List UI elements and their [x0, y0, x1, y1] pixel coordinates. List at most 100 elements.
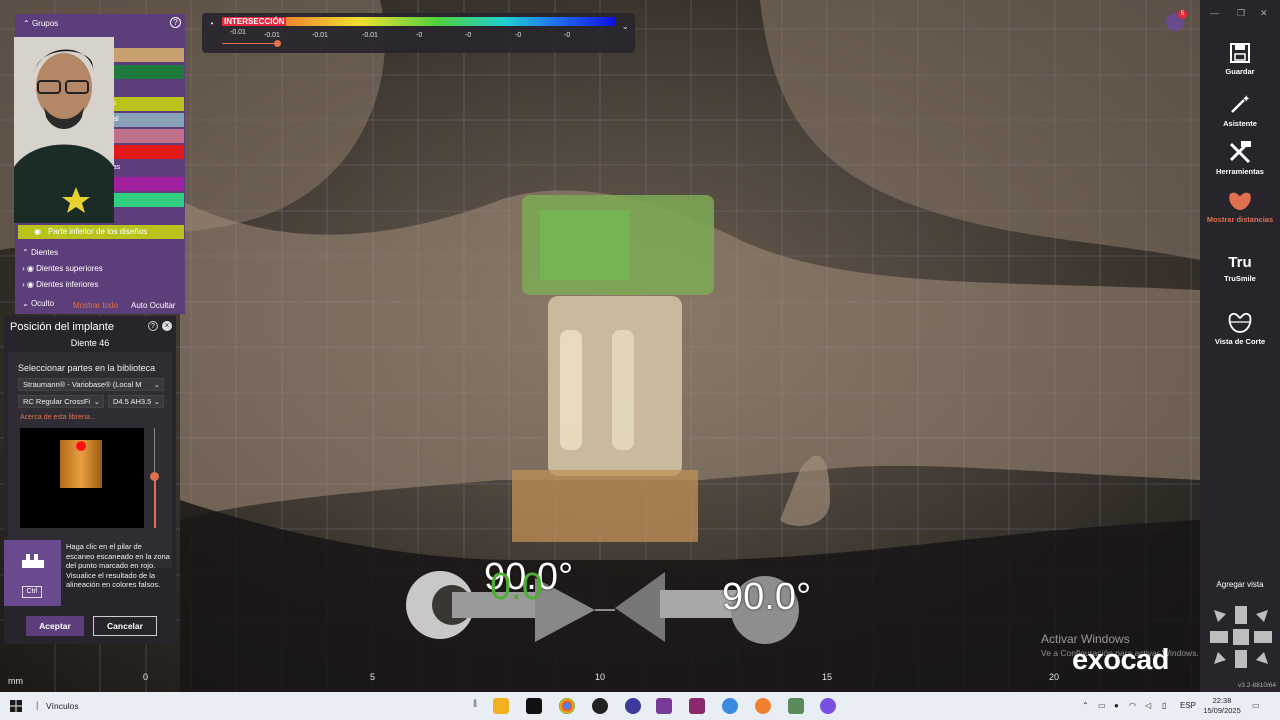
- about-library-link[interactable]: Acerca de esta librería...: [20, 414, 96, 421]
- tool-asistente[interactable]: ✦ Asistente: [1200, 92, 1280, 128]
- intersection-tick: -0: [416, 32, 423, 39]
- connection-select-value: RC Regular CrossFi: [23, 397, 91, 406]
- mic-icon[interactable]: ●: [1114, 701, 1119, 710]
- scale-tick-label: 0: [143, 672, 149, 682]
- oculto-label: Oculto: [30, 299, 55, 308]
- show-all-button[interactable]: Mostrar todo: [73, 301, 118, 310]
- clock-time: 22:38: [1212, 696, 1232, 705]
- exocad-taskbar-icon[interactable]: [656, 698, 672, 714]
- group-parte-inferior[interactable]: ◉ Parte inferior de los diseños: [18, 225, 184, 239]
- chevron-down-icon[interactable]: ⌄: [621, 21, 629, 32]
- wifi-icon[interactable]: ◠: [1129, 701, 1136, 710]
- chevron-down-icon: ⌄: [153, 380, 160, 389]
- tool-label: Vista de Corte: [1214, 337, 1266, 346]
- add-view-button[interactable]: Agregar vista: [1200, 580, 1280, 589]
- chrome-icon[interactable]: [559, 698, 575, 714]
- help-icon[interactable]: ?: [148, 321, 158, 331]
- intersection-title: INTERSECCIÓN: [222, 17, 287, 26]
- depth-slider-handle[interactable]: [150, 472, 159, 481]
- app-icon-purple[interactable]: [820, 698, 836, 714]
- tool-label: TruSmile: [1224, 274, 1256, 283]
- hidden-bar: ⌄ Oculto Mostrar todo Auto Ocultar: [18, 299, 184, 314]
- angle-right-label: 90.0°: [722, 576, 812, 618]
- tool-label: Guardar: [1225, 67, 1255, 76]
- battery-icon[interactable]: ▯: [1162, 701, 1166, 710]
- tool-mostrar-distancias[interactable]: Mostrar distancias: [1200, 190, 1280, 224]
- exocad-window: 90.0° 0.0 90.0° mm 0 5 10 15 20 Activar …: [0, 0, 1280, 720]
- intersection-panel: ◔ INTERSECCIÓN -0.01 -0.01 -0.01 -0.01 -…: [202, 13, 635, 53]
- gauge-icon: ◔: [208, 19, 215, 30]
- groups-header-label: Grupos: [31, 19, 59, 28]
- blender-icon[interactable]: [755, 698, 771, 714]
- language-indicator[interactable]: ESP: [1180, 701, 1196, 710]
- size-select[interactable]: D4.5 AH3.5 ⌄: [108, 395, 164, 408]
- dientes-superiores-label: Dientes superiores: [36, 264, 103, 273]
- tray-chevron-icon[interactable]: ⌃: [1082, 701, 1089, 710]
- divider-icon: |: [36, 700, 39, 710]
- group-dientes-inferiores[interactable]: › ◉ Dientes inferiores: [22, 280, 98, 289]
- windows-taskbar: | Vínculos ‖ ⌃ ▭ ● ◠ ◁ ▯ ESP 22:38 15/09…: [0, 692, 1280, 720]
- tool-guardar[interactable]: Guardar: [1200, 42, 1280, 76]
- library-select-value: Straumann® - Variobase® (Local M: [23, 380, 142, 389]
- help-icon[interactable]: ?: [170, 17, 181, 28]
- windows-start-icon[interactable]: [10, 700, 22, 712]
- cad-taskbar-icon[interactable]: [689, 698, 705, 714]
- intersection-slider-track[interactable]: [222, 43, 280, 44]
- unit-label: mm: [8, 676, 23, 686]
- eye-icon[interactable]: ◉: [27, 280, 34, 289]
- oculto-toggle[interactable]: ⌄ Oculto: [22, 299, 54, 308]
- dientes-header[interactable]: ⌃ Dientes: [22, 248, 58, 257]
- hint-text-line2: Visualice el resultado de la alineación …: [66, 570, 161, 590]
- distance-icon: [1229, 192, 1251, 210]
- library-section: Seleccionar partes en la biblioteca Stra…: [8, 352, 172, 568]
- tool-label: Herramientas: [1216, 167, 1264, 176]
- dientes-header-label: Dientes: [30, 248, 59, 257]
- volume-icon[interactable]: ◁: [1145, 701, 1151, 710]
- clock-date: 15/09/2025: [1203, 706, 1241, 715]
- intersection-slider-handle[interactable]: [274, 40, 281, 47]
- app-icon-light-blue[interactable]: [722, 698, 738, 714]
- intersection-tick: -0.01: [230, 29, 246, 36]
- taskbar-clock[interactable]: 22:38 15/09/2025: [1200, 696, 1244, 716]
- hint-text: Haga clic en el pilar de escaneo escanea…: [66, 542, 172, 590]
- minimize-icon[interactable]: —: [1210, 8, 1219, 18]
- scale-tick-label: 15: [822, 672, 833, 682]
- tool-herramientas[interactable]: Herramientas: [1200, 140, 1280, 176]
- view-cube-icon[interactable]: [1208, 604, 1274, 670]
- restore-icon[interactable]: ❐: [1237, 8, 1245, 19]
- links-toolbar[interactable]: Vínculos: [46, 701, 79, 711]
- section-view-icon: [1228, 312, 1252, 333]
- app-icon-blue[interactable]: [625, 698, 641, 714]
- implant-panel-title: Posición del implante: [10, 321, 114, 333]
- close-icon[interactable]: ×: [162, 321, 172, 331]
- close-window-icon[interactable]: ✕: [1260, 8, 1268, 19]
- tiktok-icon[interactable]: [526, 698, 542, 714]
- intersection-tick: -0: [564, 32, 571, 39]
- file-explorer-icon[interactable]: [493, 698, 509, 714]
- group-dientes-superiores[interactable]: › ◉ Dientes superiores: [22, 264, 103, 273]
- implant-base: [512, 470, 698, 542]
- eye-icon[interactable]: ◉: [34, 225, 41, 239]
- groups-header[interactable]: ⌃ Grupos: [23, 19, 58, 28]
- ctrl-key-icon: Ctrl: [22, 586, 42, 598]
- notification-center-icon[interactable]: ▭: [1252, 701, 1260, 710]
- library-select[interactable]: Straumann® - Variobase® (Local M ⌄: [18, 378, 164, 391]
- notification-bell-icon[interactable]: 5: [1166, 10, 1187, 31]
- accept-button[interactable]: Aceptar: [26, 616, 84, 636]
- app-icon-dark[interactable]: [592, 698, 608, 714]
- tools-icon: [1229, 141, 1251, 164]
- intersection-tick: -0: [515, 32, 522, 39]
- app-icon-green[interactable]: [788, 698, 804, 714]
- connection-select[interactable]: RC Regular CrossFi ⌄: [18, 395, 104, 408]
- webcam-person-image: [14, 37, 114, 223]
- hint-text-line1: Haga clic en el pilar de escaneo escanea…: [66, 542, 170, 570]
- auto-hide-button[interactable]: Auto Ocultar: [131, 301, 175, 310]
- toolbar-separator-icon: ‖: [473, 699, 478, 710]
- eye-icon[interactable]: ◉: [27, 264, 34, 273]
- tray-app-icon[interactable]: ▭: [1098, 701, 1106, 710]
- tool-trusmile[interactable]: Tru TruSmile: [1200, 254, 1280, 283]
- intersection-tick: -0.01: [264, 32, 280, 39]
- tool-vista-de-corte[interactable]: Vista de Corte: [1200, 310, 1280, 346]
- cancel-button[interactable]: Cancelar: [93, 616, 157, 636]
- angle-left-overlay-label: 0.0: [490, 566, 543, 608]
